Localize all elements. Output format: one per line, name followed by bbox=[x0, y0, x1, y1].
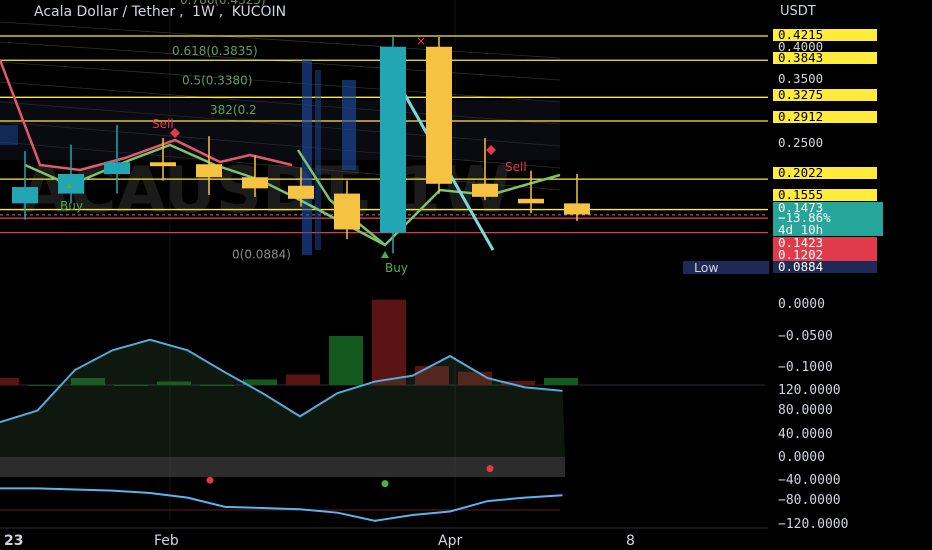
channel-shade bbox=[0, 100, 560, 160]
histogram-axis-tick: −0.0500 bbox=[778, 329, 833, 344]
oscillator-marker-sell bbox=[486, 465, 494, 473]
histogram-bar bbox=[286, 374, 320, 385]
symbol-title[interactable]: Acala Dollar / Tether bbox=[34, 4, 175, 20]
candle-body bbox=[334, 193, 360, 230]
candle-body bbox=[150, 162, 176, 167]
histogram-bar bbox=[544, 378, 578, 385]
fib-level-label: 382(0.2 bbox=[210, 103, 257, 117]
oscillator-axis-tick: −120.0000 bbox=[778, 517, 848, 532]
price-label-fib: 0.3275 bbox=[778, 87, 823, 102]
chart-canvas[interactable]: ACAUSDT, 1W 0.618(0.3835)0.5(0.3380)382(… bbox=[0, 0, 932, 550]
fib-level-label: 0(0.0884) bbox=[232, 247, 291, 261]
histogram-bar bbox=[329, 336, 363, 385]
candle-body bbox=[518, 198, 544, 204]
oscillator-axis-tick: 80.0000 bbox=[778, 403, 833, 418]
oscillator-marker-sell bbox=[206, 476, 214, 484]
time-axis-tick: Feb bbox=[154, 533, 179, 549]
chart-header: Acala Dollar / Tether, 1W, KUCOIN bbox=[34, 4, 287, 20]
histogram-bar bbox=[0, 378, 19, 385]
candle-body bbox=[104, 162, 130, 175]
oscillator-marker-buy bbox=[381, 480, 389, 488]
price-label-low: 0.0884 bbox=[778, 259, 823, 274]
price-label-fib: 0.2912 bbox=[778, 109, 823, 124]
oscillator-axis-tick: −80.0000 bbox=[778, 493, 841, 508]
price-label-fib: 0.2022 bbox=[778, 165, 823, 180]
candle-body bbox=[564, 203, 590, 215]
histogram-axis-tick: −0.1000 bbox=[778, 360, 833, 375]
histogram-bar bbox=[372, 299, 406, 385]
signal-label-buy: Buy bbox=[60, 199, 83, 213]
signal-label-sell: Sell bbox=[505, 160, 527, 174]
oscillator-axis-tick: 0.0000 bbox=[778, 450, 825, 465]
candle-body bbox=[380, 46, 406, 233]
target-x-mark: × bbox=[416, 34, 426, 48]
histogram-bar bbox=[28, 385, 62, 386]
time-axis-background bbox=[0, 528, 768, 550]
signal-label-buy: Buy bbox=[385, 261, 408, 275]
candle-body bbox=[288, 185, 314, 199]
candle-body bbox=[472, 183, 498, 197]
fib-level-label: 0.618(0.3835) bbox=[172, 44, 258, 58]
exchange-label: KUCOIN bbox=[231, 4, 287, 20]
price-label-axis: 0.2500 bbox=[778, 135, 823, 150]
price-label-fib: 0.3843 bbox=[778, 50, 823, 65]
currency-label: USDT bbox=[780, 4, 816, 19]
time-axis-tick: Apr bbox=[438, 533, 462, 549]
oscillator-axis-tick: −40.0000 bbox=[778, 473, 841, 488]
highlight-column bbox=[0, 125, 18, 145]
histogram-axis-tick: 0.0000 bbox=[778, 297, 825, 312]
oscillator-axis-tick: 120.0000 bbox=[778, 383, 841, 398]
signal-label-sell: Sell bbox=[152, 117, 174, 131]
fib-level-label: 0.5(0.3380) bbox=[182, 73, 252, 87]
price-label-axis: 0.3500 bbox=[778, 71, 823, 86]
oscillator-axis-tick: 40.0000 bbox=[778, 427, 833, 442]
candle-body bbox=[196, 164, 222, 178]
candle-body bbox=[58, 174, 84, 194]
time-axis-tick: 23 bbox=[4, 533, 23, 549]
candle-body bbox=[242, 177, 268, 189]
highlight-column bbox=[342, 80, 356, 170]
time-axis-tick: 8 bbox=[626, 533, 635, 549]
low-tag-label: Low bbox=[694, 260, 719, 275]
candle-body bbox=[12, 187, 38, 204]
interval-label[interactable]: 1W bbox=[192, 4, 215, 20]
highlight-column bbox=[315, 70, 321, 250]
oscillator-shade bbox=[0, 457, 565, 477]
candle-body bbox=[426, 46, 452, 184]
